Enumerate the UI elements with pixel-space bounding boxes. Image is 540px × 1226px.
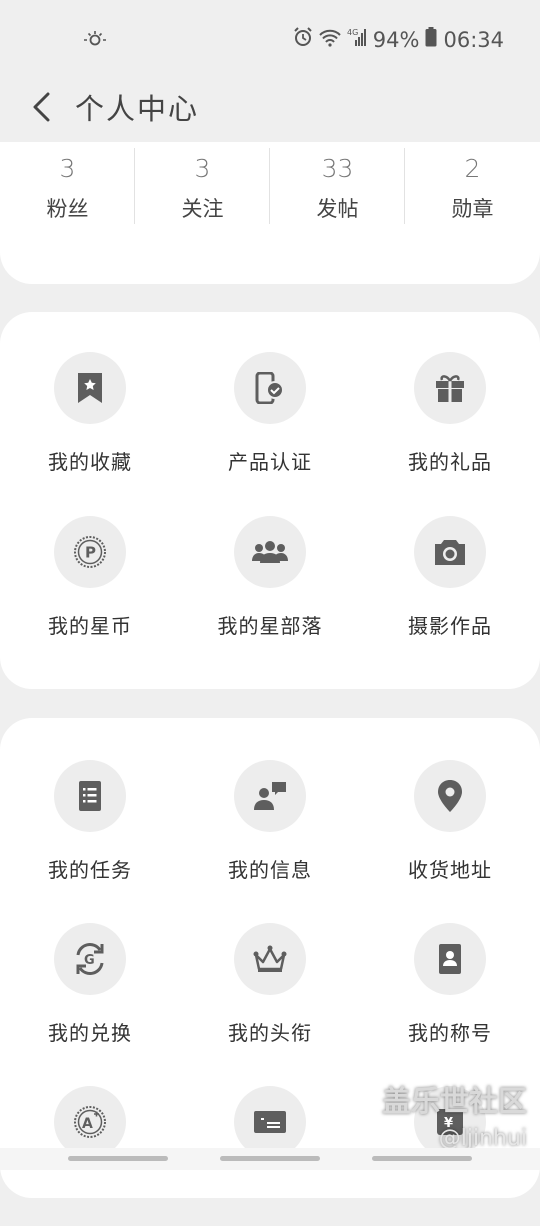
camera-icon xyxy=(435,540,465,565)
my-messages-button[interactable]: 我的信息 xyxy=(180,760,360,900)
group-icon xyxy=(252,541,288,563)
svg-text:P: P xyxy=(85,544,96,562)
crown-icon xyxy=(253,945,287,972)
system-nav-bar xyxy=(0,1148,540,1170)
battery-icon xyxy=(425,27,437,52)
my-exchange-button[interactable]: G 我的兑换 xyxy=(0,923,180,1063)
stat-following[interactable]: 3 关注 xyxy=(135,142,270,224)
watermark-brand: 盖乐世社区 xyxy=(382,1084,528,1118)
bookmark-star-icon xyxy=(78,373,102,403)
nav-home-handle[interactable] xyxy=(220,1156,320,1161)
my-designation-button[interactable]: 我的称号 xyxy=(360,923,540,1063)
page-title: 个人中心 xyxy=(75,92,200,126)
stat-label: 勋章 xyxy=(451,197,494,221)
chevron-left-icon xyxy=(33,92,50,122)
location-pin-icon xyxy=(438,780,462,812)
svg-text:G: G xyxy=(84,953,95,968)
app-header: 个人中心 xyxy=(0,80,540,142)
stat-label: 发帖 xyxy=(316,197,359,221)
stat-value: 3 xyxy=(194,154,211,183)
coin-p-icon: P xyxy=(74,536,106,568)
shipping-address-button[interactable]: 收货地址 xyxy=(360,760,540,900)
signal-icon: 4G xyxy=(347,27,367,52)
item-label: 我的称号 xyxy=(408,1021,492,1045)
id-badge-icon xyxy=(439,944,461,974)
phone-verified-icon xyxy=(255,372,284,404)
wifi-icon xyxy=(319,28,341,52)
item-label: 产品认证 xyxy=(228,450,312,474)
item-label: 我的兑换 xyxy=(48,1021,132,1045)
my-title-button[interactable]: 我的头衔 xyxy=(180,923,360,1063)
nav-recents-handle[interactable] xyxy=(68,1156,168,1161)
item-label: 我的星币 xyxy=(48,614,132,638)
item-label: 我的星部落 xyxy=(217,614,323,638)
alarm-icon xyxy=(293,27,313,52)
back-button[interactable] xyxy=(26,87,56,127)
stat-posts[interactable]: 33 发帖 xyxy=(270,142,405,224)
clock: 06:34 xyxy=(443,27,504,52)
stat-value: 2 xyxy=(464,154,481,183)
item-label: 我的收藏 xyxy=(48,450,132,474)
item-label: 我的任务 xyxy=(48,858,132,882)
svg-text:4G: 4G xyxy=(347,28,358,37)
nav-back-handle[interactable] xyxy=(372,1156,472,1161)
exchange-g-icon: G xyxy=(76,943,104,975)
watermark: 盖乐世社区 @ljinhui xyxy=(382,1078,527,1151)
item-label: 我的信息 xyxy=(228,858,312,882)
svg-text:A: A xyxy=(82,1116,93,1132)
item-label: 我的礼品 xyxy=(408,450,492,474)
stat-label: 粉丝 xyxy=(46,197,89,221)
task-list-icon xyxy=(79,781,101,811)
item-label: 收货地址 xyxy=(408,858,492,882)
item-label: 我的头衔 xyxy=(228,1021,312,1045)
my-favorites-button[interactable]: 我的收藏 xyxy=(0,352,180,492)
weather-icon xyxy=(84,30,106,54)
feature-card-1: 我的收藏 产品认证 我的礼品 P 我的星币 我的星部落 摄影作品 xyxy=(0,312,540,689)
item-label: 摄影作品 xyxy=(408,614,492,638)
battery-percent: 94% xyxy=(372,27,420,52)
user-message-icon xyxy=(254,782,286,810)
my-gifts-button[interactable]: 我的礼品 xyxy=(360,352,540,492)
ticket-card-icon xyxy=(254,1111,286,1133)
my-tasks-button[interactable]: 我的任务 xyxy=(0,760,180,900)
product-verification-button[interactable]: 产品认证 xyxy=(180,352,360,492)
my-tribe-button[interactable]: 我的星部落 xyxy=(180,516,360,656)
gift-icon xyxy=(436,375,464,402)
stats-card: 3 粉丝 3 关注 33 发帖 2 勋章 xyxy=(0,142,540,284)
stat-value: 33 xyxy=(321,154,354,183)
stat-medals[interactable]: 2 勋章 xyxy=(405,142,540,224)
status-bar: 4G 94% 06:34 xyxy=(0,0,540,80)
photography-button[interactable]: 摄影作品 xyxy=(360,516,540,656)
stat-label: 关注 xyxy=(181,197,224,221)
grade-plus-icon: A xyxy=(74,1106,106,1138)
stat-fans[interactable]: 3 粉丝 xyxy=(0,142,135,224)
my-coins-button[interactable]: P 我的星币 xyxy=(0,516,180,656)
stat-value: 3 xyxy=(59,154,76,183)
